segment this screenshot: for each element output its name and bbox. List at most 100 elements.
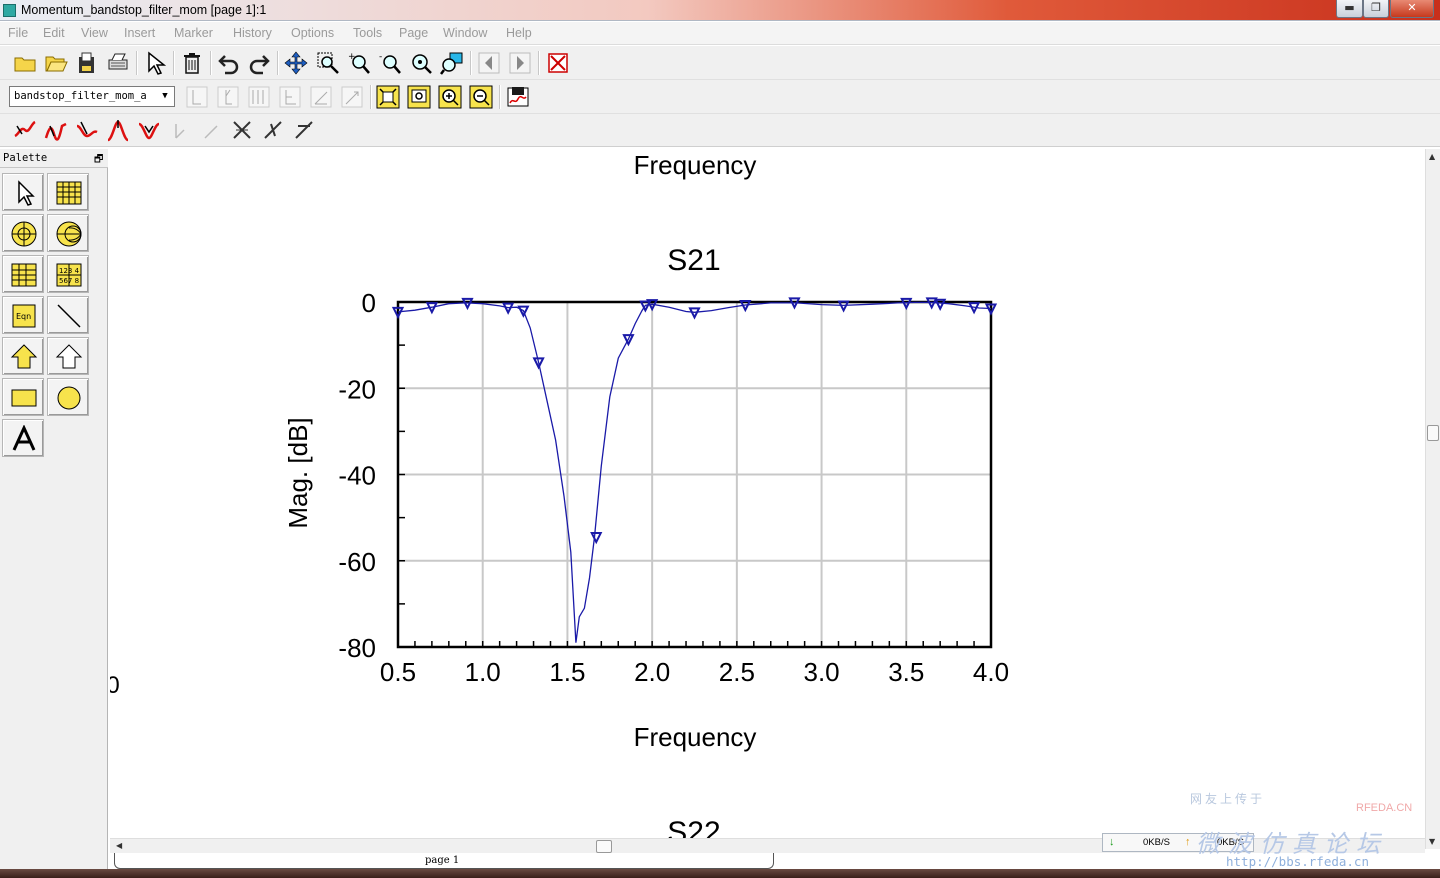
open-folder-icon[interactable] xyxy=(44,51,68,75)
os-taskbar xyxy=(0,869,1440,878)
undo-icon[interactable] xyxy=(217,51,241,75)
trace-display-6-icon[interactable] xyxy=(340,85,364,109)
toolbar-separator xyxy=(499,85,501,109)
previous-page-icon[interactable] xyxy=(477,51,501,75)
menu-help[interactable]: Help xyxy=(506,26,532,40)
scroll-up-icon[interactable]: ▲ xyxy=(1429,152,1435,161)
scroll-left-icon[interactable]: ◀ xyxy=(116,841,122,850)
palette-rectangle-button[interactable] xyxy=(2,378,44,416)
next-page-icon[interactable] xyxy=(508,51,532,75)
menu-edit[interactable]: Edit xyxy=(43,26,65,40)
minimize-button[interactable]: ▬ xyxy=(1336,0,1363,18)
save-icon[interactable] xyxy=(75,51,99,75)
page-tab-label: page 1 xyxy=(425,855,460,866)
marker-peak-icon[interactable] xyxy=(106,118,130,142)
y-tick-label: -20 xyxy=(338,374,376,404)
svg-text:567 8: 567 8 xyxy=(59,277,79,285)
page-select[interactable]: bandstop_filter_mom_a ▼ xyxy=(9,86,175,107)
trace-display-2-icon[interactable] xyxy=(216,85,240,109)
zoom-in-icon[interactable]: + xyxy=(347,51,371,75)
menu-window[interactable]: Window xyxy=(443,26,487,40)
menu-file[interactable]: File xyxy=(8,26,28,40)
toolbar-separator xyxy=(538,51,540,75)
vertical-scrollbar[interactable]: ▲ ▼ xyxy=(1425,149,1440,849)
zoom-area-icon[interactable] xyxy=(316,51,340,75)
marker-move-icon[interactable] xyxy=(230,118,254,142)
palette-circle-button[interactable] xyxy=(47,378,89,416)
x-tick-label: 2.0 xyxy=(634,657,670,687)
maximize-button[interactable]: ❐ xyxy=(1363,0,1389,18)
marker-disabled-2-icon[interactable] xyxy=(199,118,223,142)
palette-polygon-button[interactable] xyxy=(47,337,89,375)
plot-options-icon[interactable] xyxy=(506,85,530,109)
palette-rectangular-plot-button[interactable] xyxy=(47,173,89,211)
marker-reset-icon[interactable] xyxy=(261,118,285,142)
marker-disabled-1-icon[interactable] xyxy=(168,118,192,142)
data-display-canvas[interactable]: Frequency 0 S21 Mag. [dB] Frequency S22 … xyxy=(110,149,1425,838)
trace-display-4-icon[interactable] xyxy=(278,85,302,109)
plot-zoom-box-icon[interactable] xyxy=(407,85,431,109)
marker-readout-icon[interactable] xyxy=(292,118,316,142)
print-icon[interactable] xyxy=(106,51,130,75)
palette-pointer-button[interactable] xyxy=(2,173,44,211)
palette-equation-button[interactable]: Eqn xyxy=(2,296,44,334)
scroll-down-icon[interactable]: ▼ xyxy=(1429,837,1435,846)
menu-history[interactable]: History xyxy=(233,26,272,40)
stop-icon[interactable] xyxy=(546,51,570,75)
polyline-arrow-icon xyxy=(55,344,83,369)
series-line[interactable] xyxy=(397,301,992,643)
stacked-grid-icon xyxy=(11,263,37,287)
marker-delta-icon[interactable] xyxy=(44,118,68,142)
window-title: Momentum_bandstop_filter_mom [page 1]:1 xyxy=(21,3,267,17)
marker-min-icon[interactable] xyxy=(137,118,161,142)
redo-icon[interactable] xyxy=(247,51,271,75)
trace-display-3-icon[interactable] xyxy=(247,85,271,109)
data-list-icon: 123 4 567 8 xyxy=(56,263,82,287)
palette-list-button[interactable]: 123 4 567 8 xyxy=(47,255,89,293)
palette-smith-chart-button[interactable] xyxy=(47,214,89,252)
y-axis-label: Mag. [dB] xyxy=(283,417,313,528)
view-all-icon[interactable] xyxy=(440,51,464,75)
palette-panel: Palette 🗗 123 4 567 8 Eqn xyxy=(0,149,108,878)
menu-insert[interactable]: Insert xyxy=(124,26,155,40)
menu-bar: File Edit View Insert Marker History Opt… xyxy=(0,22,1440,45)
plot-zoom-in-icon[interactable] xyxy=(438,85,462,109)
s21-plot[interactable]: Frequency 0 S21 Mag. [dB] Frequency S22 … xyxy=(110,149,1425,838)
chevron-down-icon[interactable]: ▼ xyxy=(158,90,172,103)
x-tick-label: 3.5 xyxy=(888,657,924,687)
plot-fit-icon[interactable] xyxy=(376,85,400,109)
menu-marker[interactable]: Marker xyxy=(174,26,213,40)
menu-page[interactable]: Page xyxy=(399,26,428,40)
marker-valley-icon[interactable] xyxy=(75,118,99,142)
x-tick-label: 3.0 xyxy=(803,657,839,687)
toolbar-separator xyxy=(277,51,279,75)
palette-title: Palette xyxy=(3,152,48,164)
palette-polar-plot-button[interactable] xyxy=(2,214,44,252)
palette-stacked-plot-button[interactable] xyxy=(2,255,44,293)
data-marker[interactable] xyxy=(590,532,603,545)
plot-zoom-out-icon[interactable] xyxy=(469,85,493,109)
trace-display-1-icon[interactable] xyxy=(185,85,209,109)
zoom-out-icon[interactable]: - xyxy=(378,51,402,75)
y-tick-label: -80 xyxy=(338,633,376,663)
marker-normal-icon[interactable] xyxy=(13,118,37,142)
float-window-icon[interactable]: 🗗 xyxy=(94,152,103,169)
menu-tools[interactable]: Tools xyxy=(353,26,382,40)
delete-trash-icon[interactable] xyxy=(180,51,204,75)
new-folder-icon[interactable] xyxy=(13,51,37,75)
network-monitor: ↓ 0KB/S ↑ 0KB/S xyxy=(1102,833,1254,852)
menu-options[interactable]: Options xyxy=(291,26,334,40)
palette-text-button[interactable] xyxy=(2,419,44,457)
line-icon xyxy=(57,304,81,328)
palette-polyline-button[interactable] xyxy=(2,337,44,375)
vertical-scroll-thumb[interactable] xyxy=(1427,425,1439,441)
horizontal-scroll-thumb[interactable] xyxy=(596,840,612,853)
trace-display-5-icon[interactable] xyxy=(309,85,333,109)
move-icon[interactable] xyxy=(284,51,308,75)
page-tab[interactable]: page 1 xyxy=(114,853,774,869)
close-button[interactable]: ✕ xyxy=(1390,0,1434,18)
menu-view[interactable]: View xyxy=(81,26,108,40)
zoom-point-icon[interactable] xyxy=(409,51,433,75)
select-pointer-icon[interactable] xyxy=(143,51,167,75)
palette-line-button[interactable] xyxy=(47,296,89,334)
